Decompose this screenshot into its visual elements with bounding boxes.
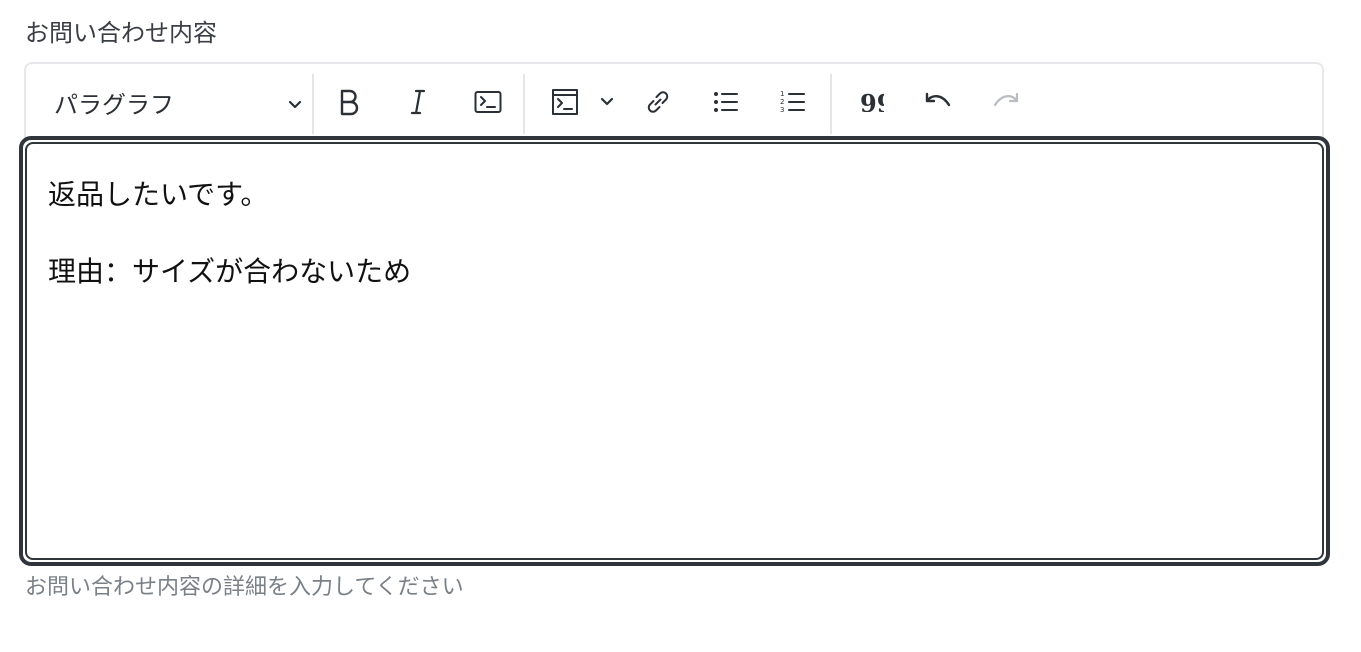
bulleted-list-button[interactable] [700,76,752,128]
field-help-text: お問い合わせ内容の詳細を入力してください [25,575,464,600]
italic-button[interactable] [392,76,444,128]
redo-icon [991,91,1021,113]
toolbar-separator [523,74,525,134]
bold-icon [338,88,360,116]
editor-paragraph: 理由：サイズが合わないため [48,255,412,288]
field-label: お問い合わせ内容 [25,19,217,47]
code-block-icon [551,88,579,116]
code-button[interactable] [462,76,514,128]
block-quote-button[interactable]: 99 [846,76,898,128]
undo-button[interactable] [912,76,964,128]
bold-button[interactable] [323,76,375,128]
numbered-list-icon: 123 [780,89,806,115]
quote-icon: 99 [860,92,884,112]
toolbar-separator [312,74,314,134]
redo-button[interactable] [980,76,1032,128]
code-icon [474,90,502,114]
paragraph-format-label: パラグラフ [54,90,174,119]
svg-text:1: 1 [780,90,784,98]
rich-text-editor[interactable]: 返品したいです。 理由：サイズが合わないため [19,136,1330,566]
editor-content[interactable]: 返品したいです。 理由：サイズが合わないため [25,142,1324,560]
svg-text:99: 99 [860,92,884,112]
numbered-list-button[interactable]: 123 [767,76,819,128]
code-block-button[interactable] [539,76,591,128]
link-icon [644,88,672,116]
svg-text:2: 2 [780,98,784,106]
italic-icon [408,88,428,116]
editor-toolbar: パラグラフ 1 2 3 9 [24,62,1324,142]
chevron-down-icon [600,97,614,107]
code-block-dropdown-button[interactable] [585,76,629,128]
toolbar-separator [830,74,832,134]
chevron-down-icon [288,88,302,116]
svg-text:3: 3 [780,106,784,114]
link-button[interactable] [632,76,684,128]
editor-paragraph: 返品したいです。 [48,178,269,211]
undo-icon [923,91,953,113]
bulleted-list-icon [713,90,739,114]
paragraph-format-select[interactable]: パラグラフ [52,76,302,128]
